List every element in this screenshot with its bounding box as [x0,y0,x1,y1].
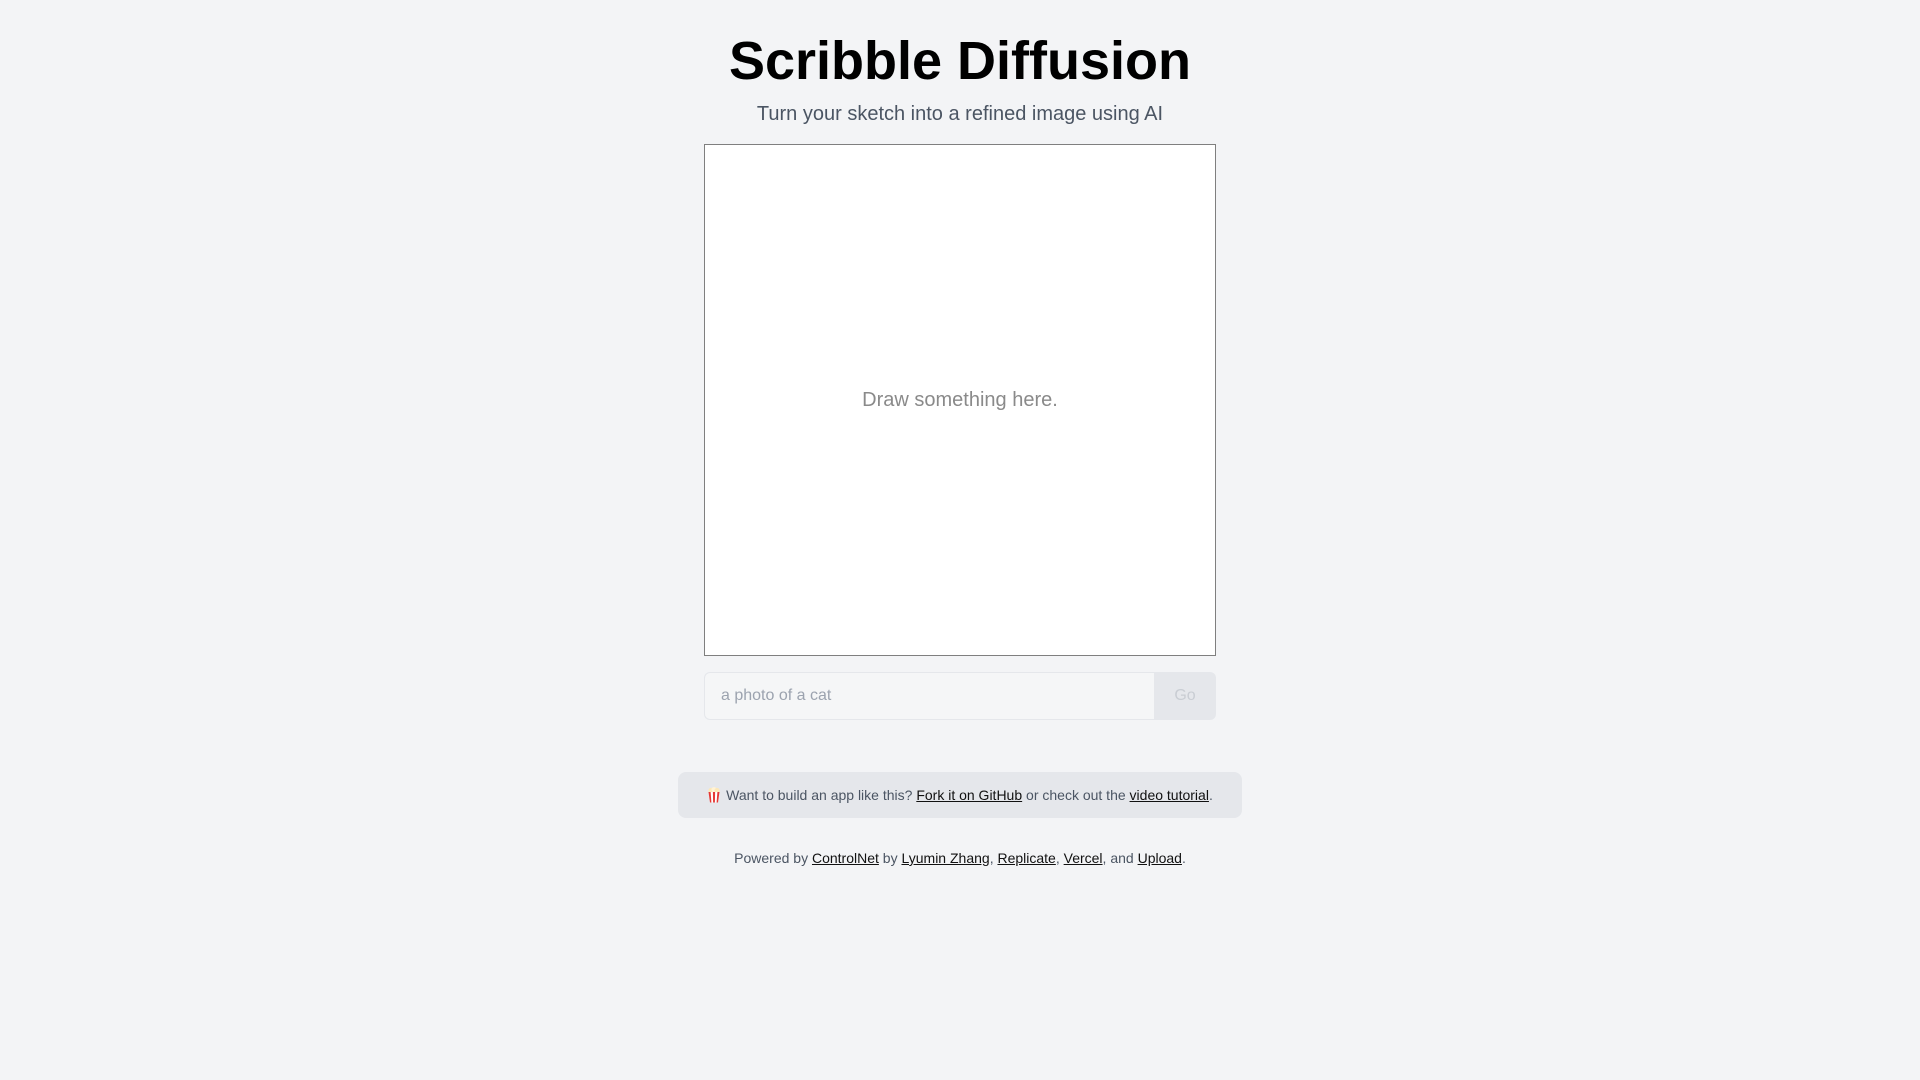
promo-middle: or check out the [1026,787,1126,803]
replicate-link[interactable]: Replicate [997,850,1055,866]
promo-end: . [1208,787,1213,803]
canvas-hint: Draw something here. [862,388,1058,411]
drawing-canvas[interactable]: Draw something here. [704,144,1216,656]
vercel-link[interactable]: Vercel [1064,850,1103,866]
lyumin-zhang-link[interactable]: Lyumin Zhang [901,850,989,866]
promo-banner: Want to build an app like this? Fork it … [678,772,1242,818]
footer-credits: Powered by ControlNet by Lyumin Zhang, R… [0,850,1920,866]
page: Scribble Diffusion Turn your sketch into… [0,0,1920,1080]
footer-end: . [1181,850,1186,866]
footer-separator: , [1055,850,1060,866]
controlnet-link[interactable]: ControlNet [812,850,879,866]
go-button[interactable]: Go [1154,672,1216,720]
prompt-input[interactable] [704,672,1154,720]
fork-github-link[interactable]: Fork it on GitHub [916,787,1022,803]
footer-powered-by: Powered by [734,850,809,866]
prompt-form: Go [704,672,1216,720]
page-title: Scribble Diffusion [728,31,1192,91]
promo-lead: Want to build an app like this? [726,787,913,803]
page-subtitle: Turn your sketch into a refined image us… [756,103,1164,125]
popcorn-icon [707,787,721,803]
footer-separator: , [989,850,994,866]
upload-link[interactable]: Upload [1138,850,1182,866]
footer-and: , and [1102,850,1134,866]
footer-by: by [882,850,898,866]
video-tutorial-link[interactable]: video tutorial [1130,787,1209,803]
